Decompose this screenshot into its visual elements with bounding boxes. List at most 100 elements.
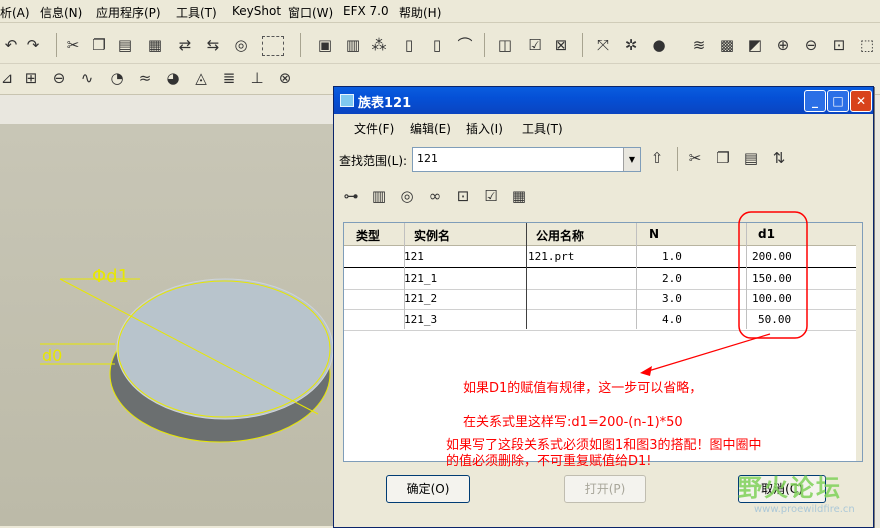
cell-d1[interactable]: 100.00 <box>752 292 792 305</box>
up-level-icon[interactable]: ⇧ <box>648 149 666 167</box>
undo-icon[interactable]: ↶ <box>2 36 20 54</box>
table-edit-icon[interactable]: ▦ <box>510 187 528 205</box>
find-label: 查找范围(L): <box>339 154 408 168</box>
shading-icon[interactable]: ● <box>650 36 668 54</box>
cell-d1[interactable]: 50.00 <box>758 313 791 326</box>
col-common-name[interactable]: 公用名称 <box>536 227 584 244</box>
dialog-titlebar[interactable]: 族表121 _ □ ✕ <box>334 87 873 114</box>
cell-instance[interactable]: 121 <box>404 250 424 263</box>
table-row[interactable]: 121_3 4.0 50.00 <box>344 309 856 331</box>
sort-icon[interactable]: ⇅ <box>770 149 788 167</box>
cut-icon[interactable]: ✂ <box>64 36 82 54</box>
verify-icon[interactable]: ☑ <box>482 187 500 205</box>
cell-common[interactable]: 121.prt <box>528 250 574 263</box>
curve-icon[interactable]: ∿ <box>78 69 96 87</box>
wave-icon[interactable]: ≈ <box>136 69 154 87</box>
paste-icon[interactable]: ▤ <box>116 36 134 54</box>
copy-icon[interactable]: ❐ <box>90 36 108 54</box>
draft-icon[interactable]: ◬ <box>192 69 210 87</box>
cell-n[interactable]: 4.0 <box>662 313 682 326</box>
col-type[interactable]: 类型 <box>356 227 380 244</box>
annotation-note-4: 的值必须删除，不可重复赋值给D1! <box>446 454 652 469</box>
close-button[interactable]: ✕ <box>850 90 872 112</box>
paste-special-icon[interactable]: ▦ <box>146 36 164 54</box>
doc-icon[interactable]: ▯ <box>400 36 418 54</box>
refit-icon[interactable]: ⊡ <box>830 36 848 54</box>
cell-instance[interactable]: 121_2 <box>404 292 437 305</box>
redo-icon[interactable]: ↷ <box>24 36 42 54</box>
menu-window[interactable]: 窗口(W) <box>288 4 333 21</box>
cell-d1[interactable]: 200.00 <box>752 250 792 263</box>
table-row[interactable]: 121_2 3.0 100.00 <box>344 288 856 310</box>
zoom-out-icon[interactable]: ⊖ <box>802 36 820 54</box>
select-box-icon[interactable] <box>262 36 284 56</box>
open-button[interactable]: 打开(P) <box>564 475 646 503</box>
menu-applications[interactable]: 应用程序(P) <box>96 4 161 21</box>
regenerate-icon[interactable]: ⇄ <box>176 36 194 54</box>
find-scope-select[interactable]: 121 ▼ <box>412 147 641 172</box>
zoom-in-icon[interactable]: ⊕ <box>774 36 792 54</box>
menu-info[interactable]: 信息(N) <box>40 4 82 21</box>
check-icon[interactable]: ⊗ <box>276 69 294 87</box>
lock-icon[interactable]: ⊡ <box>454 187 472 205</box>
minimize-button[interactable]: _ <box>804 90 826 112</box>
view-edit-icon[interactable]: ◩ <box>746 36 764 54</box>
cut-icon[interactable]: ✂ <box>686 149 704 167</box>
plane-icon[interactable]: ⊿ <box>0 69 16 87</box>
insert-column-icon[interactable]: ▥ <box>370 187 388 205</box>
maximize-button[interactable]: □ <box>827 90 849 112</box>
layer-icon[interactable]: ▥ <box>344 36 362 54</box>
col-d1[interactable]: d1 <box>758 227 775 241</box>
tree-icon[interactable]: ⊶ <box>342 187 360 205</box>
dialog-menu-insert[interactable]: 插入(I) <box>466 120 503 137</box>
cell-instance[interactable]: 121_1 <box>404 272 437 285</box>
menu-analysis[interactable]: 析(A) <box>0 4 30 21</box>
pipe-icon[interactable]: ⌒ <box>456 36 474 54</box>
measure-icon[interactable]: ⊥ <box>248 69 266 87</box>
toolbar-separator <box>677 147 678 171</box>
cell-n[interactable]: 3.0 <box>662 292 682 305</box>
find-scope-value: 121 <box>417 152 438 165</box>
axis-icon[interactable]: ⊖ <box>50 69 68 87</box>
binoculars-icon[interactable]: ◎ <box>398 187 416 205</box>
menu-help[interactable]: 帮助(H) <box>399 4 441 21</box>
cell-n[interactable]: 1.0 <box>662 250 682 263</box>
chevron-down-icon[interactable]: ▼ <box>623 148 640 171</box>
surface-icon[interactable]: ◔ <box>108 69 126 87</box>
menu-efx[interactable]: EFX 7.0 <box>343 4 389 18</box>
glasses-icon[interactable]: ∞ <box>426 187 444 205</box>
col-n[interactable]: N <box>649 227 659 241</box>
layers-icon[interactable]: ≋ <box>690 36 708 54</box>
analysis-color-icon[interactable]: ◕ <box>164 69 182 87</box>
datum-icon[interactable]: ⤧ <box>594 36 612 54</box>
paste-icon[interactable]: ▤ <box>742 149 760 167</box>
dialog-menu-edit[interactable]: 编辑(E) <box>410 120 451 137</box>
curvature-icon[interactable]: ≣ <box>220 69 238 87</box>
cell-n[interactable]: 2.0 <box>662 272 682 285</box>
table-row[interactable]: 121 121.prt 1.0 200.00 <box>344 246 856 268</box>
spin-center-icon[interactable]: ✲ <box>622 36 640 54</box>
menu-keyshot[interactable]: KeyShot <box>232 4 281 18</box>
menu-tools[interactable]: 工具(T) <box>176 4 217 21</box>
dialog-menu-tools[interactable]: 工具(T) <box>522 120 563 137</box>
table-row[interactable]: 121_1 2.0 150.00 <box>344 267 856 290</box>
table-scrollbar[interactable] <box>856 223 862 461</box>
window-icon[interactable]: ▣ <box>316 36 334 54</box>
close-window-icon[interactable]: ⊠ <box>552 36 570 54</box>
cell-d1[interactable]: 150.00 <box>752 272 792 285</box>
render-icon[interactable]: ▩ <box>718 36 736 54</box>
grid-icon[interactable]: ⊞ <box>22 69 40 87</box>
new-window-icon[interactable]: ◫ <box>496 36 514 54</box>
dialog-menu-file[interactable]: 文件(F) <box>354 120 394 137</box>
binoculars-icon[interactable]: ◎ <box>232 36 250 54</box>
param-icon[interactable]: ⁂ <box>370 36 388 54</box>
orient-icon[interactable]: ⬚ <box>858 36 876 54</box>
activate-window-icon[interactable]: ☑ <box>526 36 544 54</box>
cell-instance[interactable]: 121_3 <box>404 313 437 326</box>
doc2-icon[interactable]: ▯ <box>428 36 446 54</box>
copy-icon[interactable]: ❐ <box>714 149 732 167</box>
ok-button[interactable]: 确定(O) <box>386 475 470 503</box>
regen-manager-icon[interactable]: ⇆ <box>204 36 222 54</box>
model-canvas[interactable]: Φd1 d0 <box>0 124 340 526</box>
col-instance[interactable]: 实例名 <box>414 227 450 244</box>
